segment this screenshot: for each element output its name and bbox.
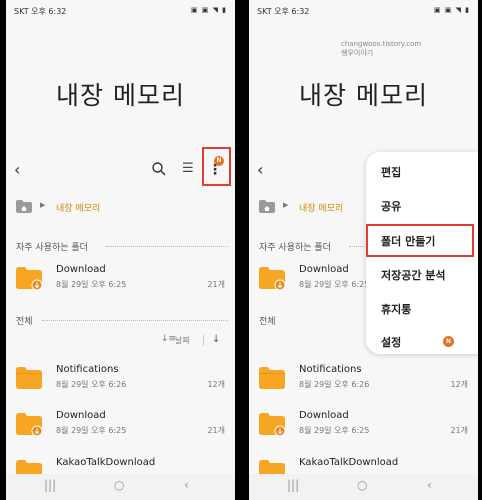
highlight-box [366, 224, 474, 257]
breadcrumb-label[interactable]: 내장 메모리 [56, 201, 100, 214]
recent-apps-button[interactable]: ||| [287, 478, 299, 492]
folder-count: 12개 [207, 380, 225, 389]
folder-name: KakaoTalkDownload [299, 457, 399, 468]
sort-direction-icon[interactable]: ↓ [212, 334, 220, 345]
navigation-bar: ||| ○ ‹ [249, 474, 478, 500]
folder-name: KakaoTalkDownload [56, 457, 156, 468]
breadcrumb-arrow-icon: ▶ [283, 201, 289, 209]
menu-item-storage-analysis[interactable]: 저장공간 분석 [381, 267, 446, 283]
section-divider [106, 246, 228, 247]
folder-count: 21개 [450, 426, 468, 435]
nav-back-button[interactable]: ‹ [427, 478, 432, 492]
sort-control[interactable]: ↓≡ 날짜 ↓ [161, 334, 231, 348]
folder-date: 8월 29일 오후 6:25 [299, 426, 370, 435]
download-folder-icon [259, 267, 285, 290]
folder-date: 8월 29일 오후 6:25 [56, 426, 127, 435]
menu-item-trash[interactable]: 휴지통 [381, 301, 411, 317]
recent-apps-button[interactable]: ||| [44, 478, 56, 492]
left-screen: SKT 오후 6:32 ▣ ▣ ◥ ▮ 내장 메모리 ‹ ☰ ⋮ N ▶ 내장 … [6, 0, 235, 500]
breadcrumb-arrow-icon: ▶ [40, 201, 46, 209]
home-folder-icon [259, 200, 275, 213]
folder-name: Download [299, 410, 349, 421]
watermark: changwoos.tistory.com 쌩우이야기 [341, 40, 421, 58]
navigation-bar: ||| ○ ‹ [6, 474, 235, 500]
sort-divider [203, 335, 204, 346]
home-button[interactable]: ○ [114, 478, 124, 492]
status-icons: ▣ ▣ ◥ ▮ [433, 6, 470, 14]
watermark-url: changwoos.tistory.com [341, 40, 422, 48]
status-bar: SKT 오후 6:32 ▣ ▣ ◥ ▮ [14, 6, 227, 18]
download-folder-icon [16, 413, 42, 436]
home-folder-icon [16, 200, 32, 213]
status-bar: SKT 오후 6:32 ▣ ▣ ◥ ▮ [257, 6, 470, 18]
status-carrier-time: SKT 오후 6:32 [14, 7, 67, 16]
status-icons: ▣ ▣ ◥ ▮ [190, 6, 227, 14]
download-folder-icon [259, 413, 285, 436]
list-item[interactable]: Download 8월 29일 오후 6:25 21개 [14, 408, 229, 446]
folder-name: Notifications [56, 364, 119, 375]
menu-item-share[interactable]: 공유 [381, 198, 401, 214]
list-item[interactable]: Download 8월 29일 오후 6:25 21개 [14, 262, 229, 300]
folder-date: 8월 29일 오후 6:26 [299, 380, 370, 389]
list-view-icon[interactable]: ☰ [182, 162, 196, 176]
list-item[interactable]: Notifications 8월 29일 오후 6:26 12개 [14, 362, 229, 400]
back-button[interactable]: ‹ [257, 160, 275, 180]
section-all: 전체 [16, 317, 33, 327]
list-item[interactable]: Download 8월 29일 오후 6:25 21개 [257, 408, 472, 446]
folder-count: 21개 [207, 426, 225, 435]
settings-new-badge: N [443, 336, 454, 347]
page-title: 내장 메모리 [56, 81, 185, 110]
download-folder-icon [16, 267, 42, 290]
right-screen: SKT 오후 6:32 ▣ ▣ ◥ ▮ changwoos.tistory.co… [249, 0, 478, 500]
menu-item-edit[interactable]: 편집 [381, 164, 401, 180]
section-frequent-folders: 자주 사용하는 폴더 [259, 243, 331, 253]
folder-icon [16, 367, 42, 389]
nav-back-button[interactable]: ‹ [184, 478, 189, 492]
section-frequent-folders: 자주 사용하는 폴더 [16, 243, 88, 253]
folder-icon [259, 367, 285, 389]
folder-count: 12개 [450, 380, 468, 389]
search-icon[interactable] [151, 161, 167, 177]
section-divider [42, 320, 228, 321]
menu-item-settings[interactable]: 설정 [381, 334, 401, 350]
folder-name: Download [56, 264, 106, 275]
home-button[interactable]: ○ [357, 478, 367, 492]
watermark-name: 쌩우이야기 [341, 49, 374, 57]
folder-name: Notifications [299, 364, 362, 375]
sort-label[interactable]: 날짜 [175, 335, 190, 346]
folder-name: Download [299, 264, 349, 275]
list-item[interactable]: Notifications 8월 29일 오후 6:26 12개 [257, 362, 472, 400]
breadcrumb-label[interactable]: 내장 메모리 [299, 201, 343, 214]
folder-date: 8월 29일 오후 6:25 [299, 280, 370, 289]
status-carrier-time: SKT 오후 6:32 [257, 7, 310, 16]
folder-date: 8월 29일 오후 6:26 [56, 380, 127, 389]
back-button[interactable]: ‹ [14, 160, 32, 180]
page-title: 내장 메모리 [299, 81, 428, 110]
sort-icon[interactable]: ↓≡ [161, 334, 176, 344]
folder-name: Download [56, 410, 106, 421]
folder-count: 21개 [207, 280, 225, 289]
highlight-box [202, 147, 231, 186]
section-all: 전체 [259, 317, 276, 327]
folder-date: 8월 29일 오후 6:25 [56, 280, 127, 289]
